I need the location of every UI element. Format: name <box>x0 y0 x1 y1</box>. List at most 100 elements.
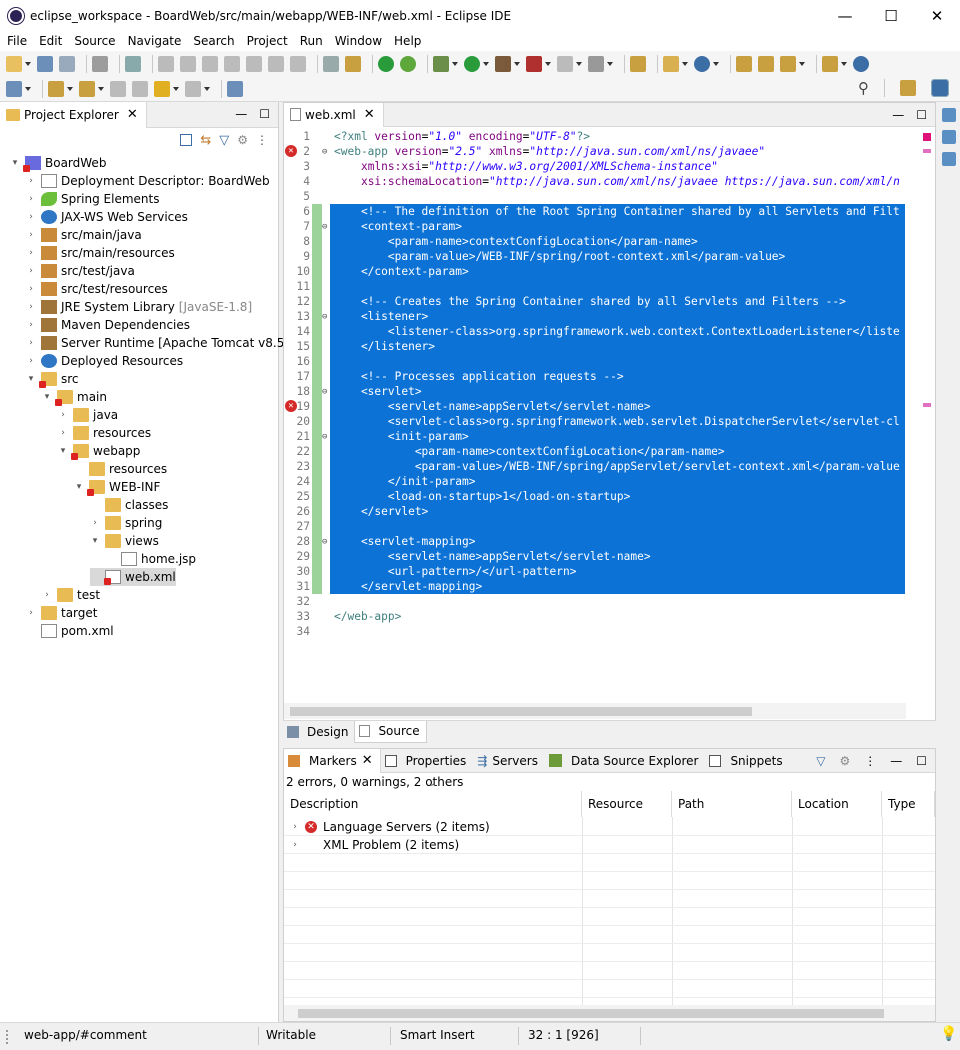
minimize-editor-button[interactable]: — <box>892 108 904 122</box>
external-tools-icon[interactable] <box>588 56 604 72</box>
jee-perspective-icon[interactable] <box>931 79 949 97</box>
code-line[interactable]: 26 </servlet> <box>284 504 906 519</box>
tree-item[interactable]: › src/main/resources <box>26 244 175 262</box>
menu-window[interactable]: Window <box>328 34 387 48</box>
tree-item[interactable]: › spring <box>90 514 162 532</box>
pin-editor-icon[interactable] <box>227 80 243 97</box>
tree-item[interactable]: › src/test/resources <box>26 280 168 298</box>
code-line[interactable]: 6 <!-- The definition of the Root Spring… <box>284 204 906 219</box>
annotation-icon[interactable] <box>6 80 22 97</box>
tree-item[interactable]: › src/test/java <box>26 262 135 280</box>
code-line[interactable]: 13 ⊖ <listener> <box>284 309 906 324</box>
column-header-path[interactable]: Path <box>672 791 792 817</box>
fold-toggle-icon[interactable]: ⊖ <box>322 537 330 547</box>
link-editor-icon[interactable]: ⇆ <box>200 133 211 148</box>
skip-breakpoints-icon[interactable] <box>125 56 141 72</box>
code-line[interactable]: 15 </listener> <box>284 339 906 354</box>
step-return-icon[interactable] <box>290 56 306 72</box>
tab-source[interactable]: Source <box>354 720 427 743</box>
collapse-arrow-icon[interactable]: › <box>26 608 36 618</box>
suspend-icon[interactable] <box>180 56 196 72</box>
last-edit-icon[interactable] <box>110 80 126 97</box>
code-line[interactable]: 16 <box>284 354 906 369</box>
dropdown-arrow-icon[interactable] <box>25 86 31 91</box>
code-line[interactable]: 28 ⊖ <servlet-mapping> <box>284 534 906 549</box>
collapse-arrow-icon[interactable]: › <box>26 284 36 294</box>
tree-item[interactable]: resources <box>74 460 167 478</box>
outline-icon[interactable] <box>941 108 956 122</box>
collapse-arrow-icon[interactable]: › <box>26 302 36 312</box>
run-last-icon[interactable] <box>495 56 511 72</box>
coverage-icon[interactable] <box>526 56 542 72</box>
search-icon[interactable]: ⚲ <box>858 79 869 97</box>
new-icon[interactable] <box>6 56 22 72</box>
marker-row[interactable]: › XML Problem (2 items) <box>290 836 459 854</box>
expand-arrow-icon[interactable]: › <box>290 840 300 850</box>
code-line[interactable]: 14 <listener-class>org.springframework.w… <box>284 324 906 339</box>
code-line[interactable]: 4 xsi:schemaLocation="http://java.sun.co… <box>284 174 906 189</box>
open-declaration-icon[interactable] <box>345 56 361 72</box>
column-header-resource[interactable]: Resource <box>582 791 672 817</box>
menu-help[interactable]: Help <box>387 34 426 48</box>
back-icon[interactable] <box>154 80 170 97</box>
overview-marker[interactable] <box>923 149 931 153</box>
tab-design[interactable]: Design <box>283 721 354 743</box>
focus-icon[interactable]: ⚙ <box>237 133 248 147</box>
code-line[interactable]: 21 ⊖ <init-param> <box>284 429 906 444</box>
tree-item[interactable]: ▾ WEB-INF <box>74 478 160 496</box>
tree-item[interactable]: › src/main/java <box>26 226 142 244</box>
code-line[interactable]: 33 </web-app> <box>284 609 906 624</box>
source-code-area[interactable]: 1 <?xml version="1.0" encoding="UTF-8"?> 2… <box>284 127 906 703</box>
expand-arrow-icon[interactable]: ▾ <box>42 392 52 402</box>
tree-item[interactable]: ▾ webapp <box>58 442 140 460</box>
stop-icon[interactable] <box>557 56 573 72</box>
code-line[interactable]: 19 <servlet-name>appServlet</servlet-nam… <box>284 399 906 414</box>
tree-item[interactable]: › Maven Dependencies <box>26 316 190 334</box>
maximize-view-button[interactable]: ☐ <box>259 107 270 121</box>
dropdown-arrow-icon[interactable] <box>841 62 847 66</box>
collapse-arrow-icon[interactable]: › <box>26 266 36 276</box>
code-line[interactable]: 11 <box>284 279 906 294</box>
view-menu-icon[interactable]: ⋮ <box>256 133 268 147</box>
tree-item[interactable]: › Server Runtime [Apache Tomcat v8.5] <box>26 334 289 352</box>
collapse-arrow-icon[interactable]: › <box>26 230 36 240</box>
prev-annotation-icon[interactable] <box>79 80 95 97</box>
code-line[interactable]: 30 <url-pattern>/</url-pattern> <box>284 564 906 579</box>
open-type-icon[interactable] <box>736 56 752 72</box>
web-browser-icon[interactable] <box>853 56 869 72</box>
code-line[interactable]: 10 </context-param> <box>284 264 906 279</box>
new-wizard-icon[interactable] <box>663 56 679 72</box>
tab-project-explorer[interactable]: Project Explorer ✕ <box>0 101 147 128</box>
code-line[interactable]: 3 xmlns:xsi="http://www.w3.org/2001/XMLS… <box>284 159 906 174</box>
tools-icon[interactable] <box>780 56 796 72</box>
fold-toggle-icon[interactable]: ⊖ <box>322 222 330 232</box>
code-line[interactable]: 22 <param-name>contextConfigLocation</pa… <box>284 444 906 459</box>
menu-edit[interactable]: Edit <box>32 34 67 48</box>
tab-snippets[interactable]: Snippets <box>705 749 789 773</box>
tab-web-xml[interactable]: web.xml ✕ <box>284 102 384 127</box>
dropdown-arrow-icon[interactable] <box>713 62 719 66</box>
menu-project[interactable]: Project <box>240 34 293 48</box>
column-header-location[interactable]: Location <box>792 791 882 817</box>
collapse-arrow-icon[interactable]: › <box>42 590 52 600</box>
code-line[interactable]: 27 <box>284 519 906 534</box>
code-line[interactable]: 25 <load-on-startup>1</load-on-startup> <box>284 489 906 504</box>
horizontal-scrollbar[interactable] <box>284 1005 935 1021</box>
error-marker-icon[interactable]: ✕ <box>285 145 297 157</box>
scroll-thumb[interactable] <box>298 1009 884 1018</box>
dropdown-arrow-icon[interactable] <box>607 62 613 66</box>
tree-item[interactable]: ▾ src <box>26 370 79 388</box>
code-line[interactable]: 2 ⊖ <web-app version="2.5" xmlns="http://j… <box>284 144 906 159</box>
tree-item[interactable]: › JAX-WS Web Services <box>26 208 188 226</box>
dropdown-arrow-icon[interactable] <box>576 62 582 66</box>
marker-row[interactable]: › ✕ Language Servers (2 items) <box>290 818 489 836</box>
save-icon[interactable] <box>37 56 53 72</box>
next-annotation-icon[interactable] <box>48 80 64 97</box>
dropdown-arrow-icon[interactable] <box>545 62 551 66</box>
tree-item[interactable]: › Spring Elements <box>26 190 159 208</box>
start-server-icon[interactable] <box>378 56 394 72</box>
view-menu-icon[interactable]: ⋮ <box>864 754 876 768</box>
fold-toggle-icon[interactable]: ⊖ <box>322 312 330 322</box>
expand-arrow-icon[interactable]: ▾ <box>26 374 36 384</box>
expand-arrow-icon[interactable]: ▾ <box>58 446 68 456</box>
